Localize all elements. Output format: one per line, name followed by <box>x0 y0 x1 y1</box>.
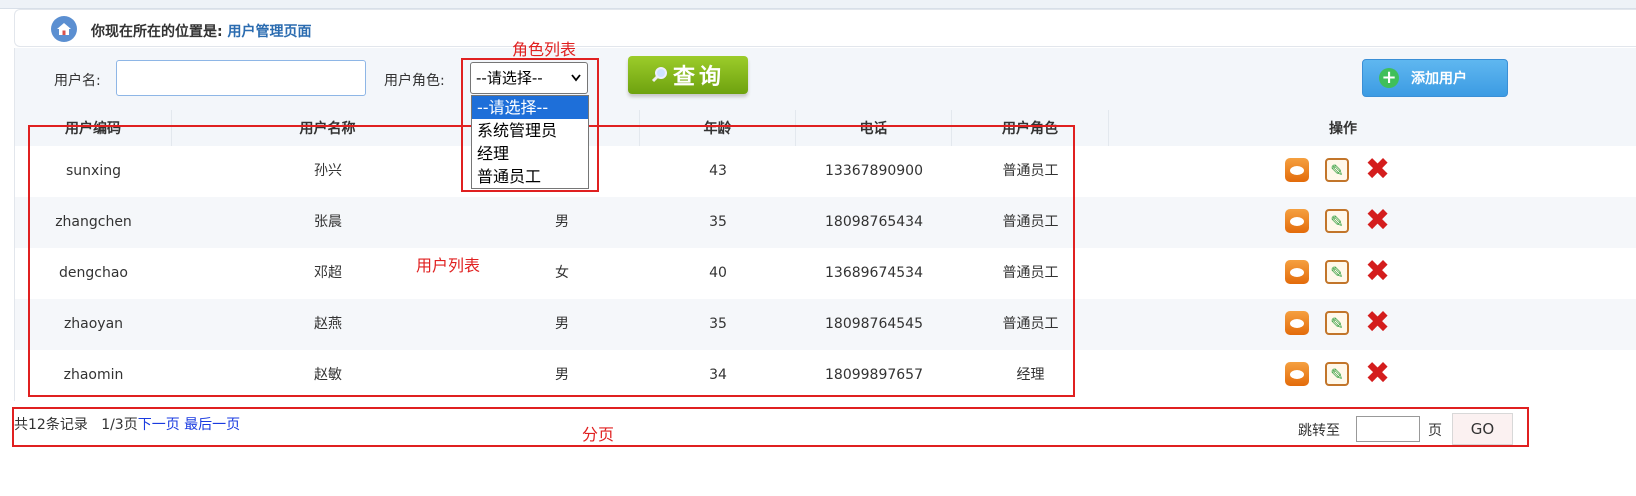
col-code: 用户编码 <box>15 110 172 146</box>
pagination-total: 共12条记录 <box>14 417 88 433</box>
query-button[interactable]: 查询 <box>628 56 748 94</box>
role-list-annotation: 角色列表 <box>512 40 577 59</box>
role-option-admin[interactable]: 系统管理员 <box>472 119 588 142</box>
cell-role: 普通员工 <box>1002 265 1059 281</box>
window-top-bar: ˇ <box>0 0 1636 9</box>
cell-code: zhangchen <box>55 214 132 230</box>
cell-gender: 女 <box>555 265 569 281</box>
role-option-staff[interactable]: 普通员工 <box>472 165 588 188</box>
cell-role: 经理 <box>1016 367 1045 383</box>
cell-gender: 男 <box>555 214 569 230</box>
edit-icon[interactable]: ✎ <box>1325 260 1349 284</box>
cell-code: sunxing <box>66 163 121 179</box>
cell-name: 赵敏 <box>314 367 342 383</box>
breadcrumb-current: 用户管理页面 <box>227 24 312 40</box>
username-label: 用户名: <box>54 73 101 89</box>
pagination-page: 1/3页 <box>101 417 138 433</box>
role-dropdown: --请选择-- 系统管理员 经理 普通员工 <box>471 95 589 189</box>
cell-role: 普通员工 <box>1002 163 1059 179</box>
col-actions: 操作 <box>1329 121 1357 137</box>
cell-gender: 男 <box>555 316 569 332</box>
user-list-annotation: 用户列表 <box>416 256 481 275</box>
user-table: 用户编码 用户名称 性别 年龄 电话 用户角色 操作 sunxing 孙兴 43… <box>14 110 1636 401</box>
cell-phone: 18098765434 <box>825 214 923 230</box>
cell-phone: 18099897657 <box>825 367 923 383</box>
role-option-default[interactable]: --请选择-- <box>472 96 588 119</box>
query-button-label: 查询 <box>672 65 725 90</box>
view-icon[interactable] <box>1285 260 1309 284</box>
delete-icon[interactable]: ✖ <box>1365 359 1390 389</box>
role-option-manager[interactable]: 经理 <box>472 142 588 165</box>
col-name: 用户名称 <box>172 110 484 146</box>
table-row: zhaomin 赵敏 男 34 18099897657 经理 ✎ ✖ <box>15 350 1636 401</box>
view-icon[interactable] <box>1285 209 1309 233</box>
table-header: 用户编码 用户名称 性别 年龄 电话 用户角色 操作 <box>15 110 1636 146</box>
page-unit-label: 页 <box>1428 423 1442 439</box>
cell-age: 34 <box>709 367 727 383</box>
role-select-value: --请选择-- <box>476 69 543 87</box>
add-user-button[interactable]: + 添加用户 <box>1362 59 1508 97</box>
cell-phone: 13689674534 <box>825 265 923 281</box>
cell-name: 张晨 <box>314 214 342 230</box>
delete-icon[interactable]: ✖ <box>1365 308 1390 338</box>
go-button[interactable]: GO <box>1452 413 1513 445</box>
cell-phone: 18098764545 <box>825 316 923 332</box>
breadcrumb-prefix: 你现在所在的位置是: <box>91 24 223 40</box>
col-role: 用户角色 <box>952 110 1109 146</box>
edit-icon[interactable]: ✎ <box>1325 158 1349 182</box>
role-label: 用户角色: <box>384 73 445 89</box>
col-age: 年龄 <box>640 110 796 146</box>
edit-icon[interactable]: ✎ <box>1325 311 1349 335</box>
cell-age: 40 <box>709 265 727 281</box>
window-edge-mark: ˇ <box>1624 0 1630 8</box>
table-row: sunxing 孙兴 43 13367890900 普通员工 ✎ ✖ <box>15 146 1636 197</box>
view-icon[interactable] <box>1285 362 1309 386</box>
row-actions: ✎ ✖ <box>1285 359 1390 389</box>
jump-page-input[interactable] <box>1356 416 1420 442</box>
edit-icon[interactable]: ✎ <box>1325 362 1349 386</box>
cell-role: 普通员工 <box>1002 316 1059 332</box>
delete-icon[interactable]: ✖ <box>1365 206 1390 236</box>
delete-icon[interactable]: ✖ <box>1365 257 1390 287</box>
cell-name: 孙兴 <box>314 163 342 179</box>
table-row: zhaoyan 赵燕 男 35 18098764545 普通员工 ✎ ✖ <box>15 299 1636 350</box>
breadcrumb-label: 你现在所在的位置是: 用户管理页面 <box>91 21 311 41</box>
breadcrumb: 你现在所在的位置是: 用户管理页面 <box>14 9 1636 47</box>
table-row: dengchao 邓超 女 40 13689674534 普通员工 ✎ ✖ <box>15 248 1636 299</box>
col-phone: 电话 <box>796 110 952 146</box>
cell-code: zhaomin <box>63 367 124 383</box>
view-icon[interactable] <box>1285 311 1309 335</box>
row-actions: ✎ ✖ <box>1285 155 1390 185</box>
row-actions: ✎ ✖ <box>1285 308 1390 338</box>
cell-phone: 13367890900 <box>825 163 923 179</box>
cell-age: 43 <box>709 163 727 179</box>
username-input[interactable] <box>116 60 366 96</box>
view-icon[interactable] <box>1285 158 1309 182</box>
table-row: zhangchen 张晨 男 35 18098765434 普通员工 ✎ ✖ <box>15 197 1636 248</box>
jump-label: 跳转至 <box>1298 423 1340 439</box>
delete-icon[interactable]: ✖ <box>1365 155 1390 185</box>
next-page-link[interactable]: 下一页 <box>138 417 180 433</box>
cell-age: 35 <box>709 316 727 332</box>
pagination-summary: 共12条记录 1/3页下一页 最后一页 <box>14 414 240 434</box>
cell-role: 普通员工 <box>1002 214 1059 230</box>
cell-name: 赵燕 <box>314 316 342 332</box>
cell-code: zhaoyan <box>63 316 124 332</box>
pagination: 共12条记录 1/3页下一页 最后一页 跳转至 页 GO <box>0 404 1636 448</box>
magnifier-icon <box>651 67 667 83</box>
cell-gender: 男 <box>555 367 569 383</box>
plus-icon: + <box>1379 68 1399 88</box>
role-select[interactable]: --请选择-- <box>470 62 588 94</box>
row-actions: ✎ ✖ <box>1285 206 1390 236</box>
cell-age: 35 <box>709 214 727 230</box>
edit-icon[interactable]: ✎ <box>1325 209 1349 233</box>
row-actions: ✎ ✖ <box>1285 257 1390 287</box>
pagination-annotation: 分页 <box>582 425 615 444</box>
home-icon[interactable] <box>51 16 77 42</box>
cell-code: dengchao <box>59 265 128 281</box>
last-page-link[interactable]: 最后一页 <box>184 417 240 433</box>
add-user-label: 添加用户 <box>1411 71 1467 87</box>
